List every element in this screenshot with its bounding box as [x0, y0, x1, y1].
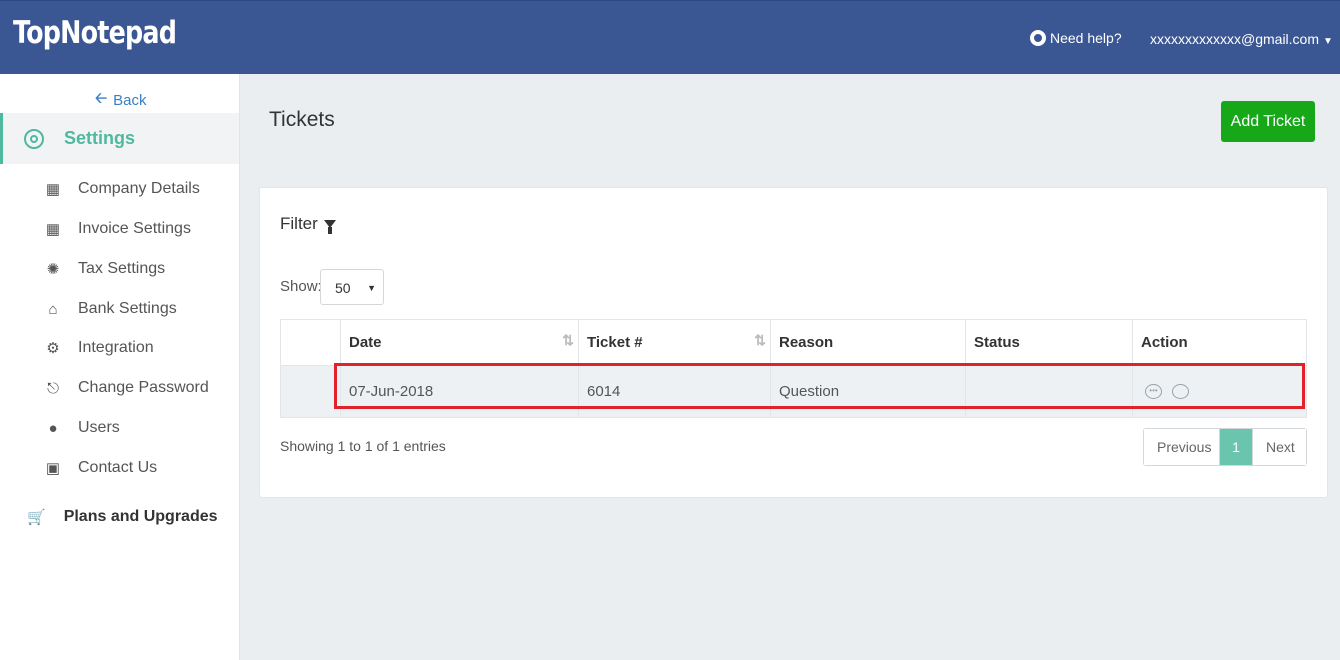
sidebar-item-label: Integration — [78, 339, 154, 356]
column-header-status: Status — [965, 319, 1133, 366]
comments-icon[interactable]: ••• — [1145, 384, 1162, 399]
sidebar: 🡠 Back Settings ▦ Company Details ▦ Invo… — [0, 74, 240, 660]
add-ticket-button[interactable]: Add Ticket — [1221, 101, 1315, 142]
sidebar-item-label: Users — [78, 419, 120, 436]
tax-badge-icon: ✺ — [46, 261, 60, 278]
sidebar-item-label: Contact Us — [78, 459, 158, 476]
cart-icon: 🛒 — [27, 509, 46, 526]
action-icons: ••• — [1145, 384, 1306, 399]
user-menu[interactable]: xxxxxxxxxxxxx@gmail.com ▼ — [1150, 31, 1333, 47]
sidebar-item-change-password[interactable]: ⎋ Change Password — [44, 376, 209, 400]
page-size-select[interactable]: 50 ▼ — [320, 269, 384, 305]
sidebar-item-integration[interactable]: ⚙ Integration — [44, 336, 154, 360]
settings-label: Settings — [64, 128, 136, 148]
contact-card-icon: ▣ — [45, 460, 61, 477]
sidebar-item-label: Invoice Settings — [78, 220, 191, 237]
sidebar-item-label: Change Password — [78, 379, 209, 396]
sort-icon: ⇅ — [562, 332, 574, 348]
lock-icon: ⎋ — [47, 379, 59, 397]
sidebar-item-company-details[interactable]: ▦ Company Details — [44, 177, 200, 201]
cell-action: ••• — [1132, 365, 1307, 418]
column-header-date[interactable]: Date ⇅ — [340, 319, 579, 366]
gear-icon — [24, 128, 44, 149]
sidebar-item-tax-settings[interactable]: ✺ Tax Settings — [44, 257, 165, 281]
building-icon: ▦ — [45, 181, 61, 198]
sidebar-item-label: Company Details — [78, 180, 200, 197]
cogs-icon: ⚙ — [46, 340, 60, 357]
filter-toggle[interactable]: Filter — [280, 214, 336, 234]
previous-button[interactable]: Previous — [1144, 429, 1220, 465]
column-header-blank — [280, 319, 341, 366]
need-help-label: Need help? — [1050, 30, 1122, 46]
sidebar-item-bank-settings[interactable]: ⌂ Bank Settings — [44, 297, 177, 321]
sidebar-item-plans-upgrades[interactable]: 🛒 Plans and Upgrades — [27, 508, 218, 526]
bank-icon: ⌂ — [48, 300, 58, 318]
column-header-label: Ticket # — [587, 334, 643, 351]
tickets-table: Date ⇅ Ticket # ⇅ Reason Status Action 0… — [280, 319, 1307, 418]
back-link[interactable]: 🡠 Back — [95, 88, 147, 113]
sidebar-item-contact-us[interactable]: ▣ Contact Us — [44, 456, 157, 480]
filter-label: Filter — [280, 214, 318, 233]
need-help-link[interactable]: Need help? — [1030, 30, 1122, 46]
reply-icon[interactable] — [1172, 384, 1189, 399]
sidebar-section-settings[interactable]: Settings — [0, 113, 239, 164]
lifering-icon — [1030, 30, 1046, 46]
cell-date: 07-Jun-2018 — [340, 365, 579, 418]
funnel-icon — [323, 220, 336, 234]
sidebar-item-invoice-settings[interactable]: ▦ Invoice Settings — [44, 217, 191, 241]
column-header-label: Date — [349, 334, 382, 351]
table-header-row: Date ⇅ Ticket # ⇅ Reason Status Action — [280, 319, 1307, 366]
show-label: Show: — [280, 278, 322, 295]
caret-down-icon: ▼ — [1323, 36, 1333, 47]
table-row[interactable]: 07-Jun-2018 6014 Question ••• — [280, 365, 1307, 418]
page-1-button[interactable]: 1 — [1220, 429, 1252, 465]
column-header-ticket[interactable]: Ticket # ⇅ — [578, 319, 771, 366]
cell-ticket: 6014 — [578, 365, 771, 418]
users-icon: ● — [48, 419, 58, 437]
cell-status — [965, 365, 1133, 418]
caret-down-icon: ▼ — [367, 283, 376, 293]
row-blank-cell — [280, 365, 341, 418]
user-email: xxxxxxxxxxxxx@gmail.com — [1150, 31, 1320, 47]
top-bar: TopNotepad Need help? xxxxxxxxxxxxx@gmai… — [0, 0, 1340, 74]
arrow-left-icon: 🡠 — [95, 90, 108, 107]
back-label: Back — [113, 92, 147, 109]
entries-info: Showing 1 to 1 of 1 entries — [280, 438, 446, 454]
plans-label: Plans and Upgrades — [63, 508, 218, 525]
sidebar-item-users[interactable]: ● Users — [44, 416, 120, 440]
tickets-panel: Filter Show: 50 ▼ Date ⇅ Ticket # ⇅ Reas… — [259, 187, 1328, 498]
cell-reason: Question — [770, 365, 966, 418]
sidebar-item-label: Bank Settings — [78, 300, 177, 317]
sidebar-item-label: Tax Settings — [78, 260, 166, 277]
column-header-reason: Reason — [770, 319, 966, 366]
page-title: Tickets — [269, 108, 335, 131]
next-button[interactable]: Next — [1252, 429, 1306, 465]
column-header-action: Action — [1132, 319, 1307, 366]
page-size-value: 50 — [335, 280, 351, 296]
sort-icon: ⇅ — [754, 332, 766, 348]
pagination: Previous 1 Next — [1143, 428, 1307, 466]
grid-icon: ▦ — [45, 221, 61, 238]
app-logo[interactable]: TopNotepad — [13, 15, 177, 51]
